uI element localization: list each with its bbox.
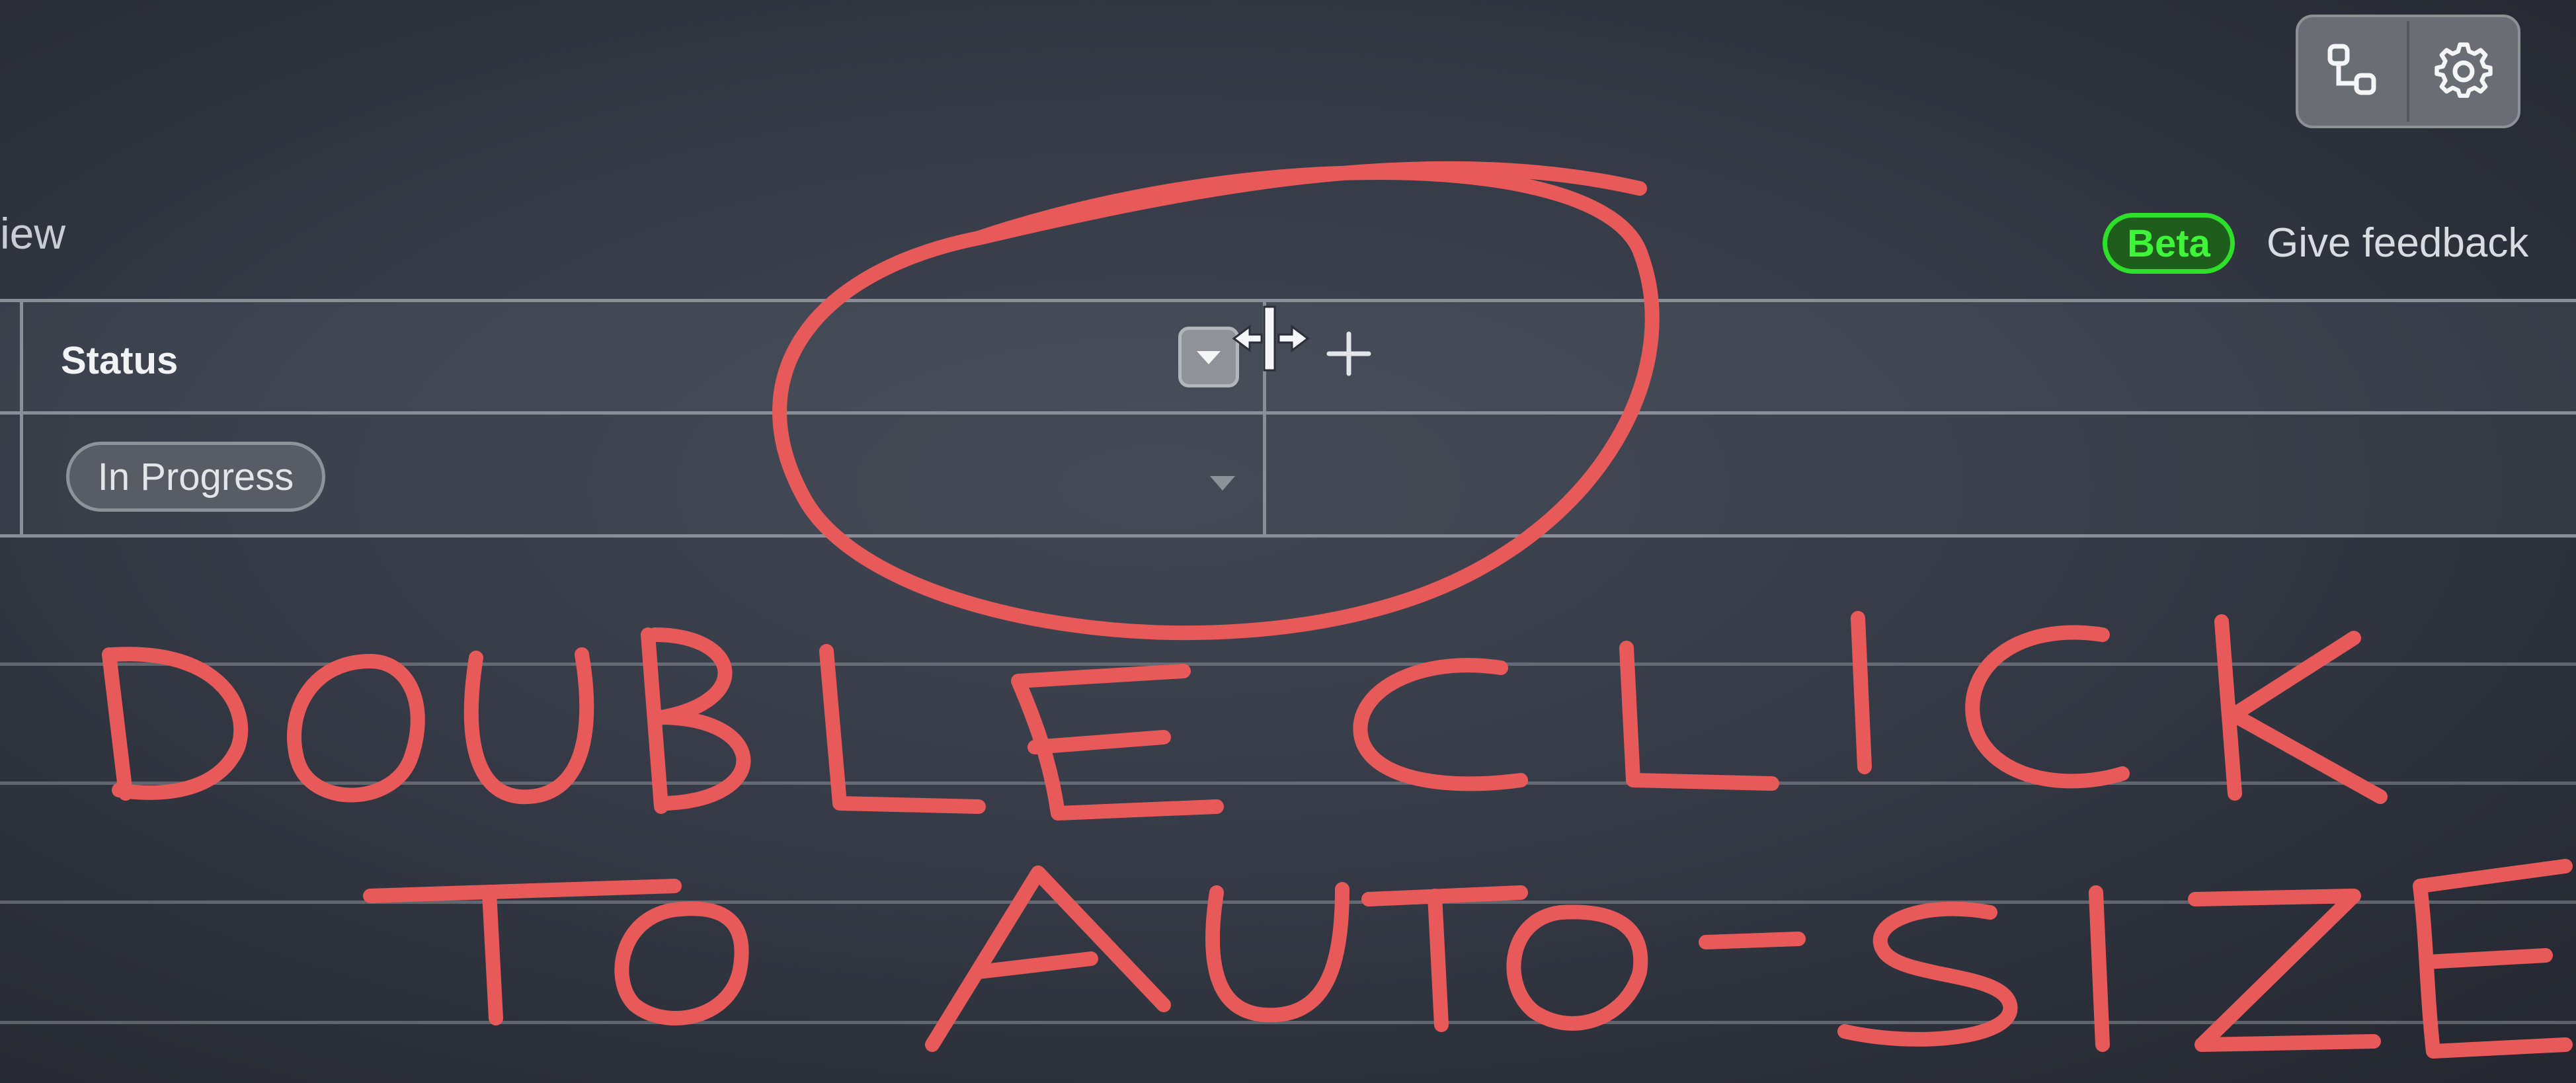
- beta-badge: Beta: [2103, 213, 2235, 274]
- row-border-bottom: [0, 534, 2576, 538]
- app-window: iew Beta Give feedback Status In Progres…: [0, 0, 2576, 1083]
- annotation-letter: [1205, 882, 1349, 1023]
- view-title: iew: [0, 209, 66, 258]
- annotation-letter: [1353, 658, 1528, 791]
- annotation-letter: [1361, 885, 1528, 1032]
- grid-line: [0, 662, 2576, 666]
- annotation-letter: [614, 901, 749, 1025]
- annotation-letter: [1619, 641, 1779, 791]
- grid-line: [0, 901, 2576, 904]
- grid-line: [0, 782, 2576, 785]
- annotation-letter: [287, 654, 425, 803]
- chevron-down-icon[interactable]: [1207, 473, 1238, 493]
- chevron-down-icon: [1197, 351, 1221, 364]
- give-feedback-link[interactable]: Give feedback: [2267, 223, 2528, 264]
- workflow-icon: [2327, 44, 2376, 95]
- annotation-letter: [1965, 625, 2130, 789]
- annotation-letter: [1011, 664, 1224, 821]
- annotation-letter: [102, 647, 249, 801]
- settings-button[interactable]: [2409, 17, 2518, 126]
- column-divider-left: [20, 299, 23, 537]
- table-border-top: [0, 299, 2576, 302]
- header-border-bottom: [0, 411, 2576, 415]
- column-header-status[interactable]: Status: [61, 342, 178, 380]
- column-menu-button[interactable]: [1178, 327, 1239, 387]
- annotation-letter: [1851, 611, 1872, 774]
- annotation-letter: [641, 627, 751, 814]
- workflow-button[interactable]: [2298, 17, 2407, 126]
- table-row: [0, 415, 2576, 537]
- status-pill[interactable]: In Progress: [66, 442, 325, 512]
- annotation-letter: [1506, 904, 1648, 1031]
- top-right-toolbar: [2296, 15, 2520, 128]
- annotation-letter: [2214, 614, 2388, 804]
- annotation-letter: [1837, 901, 2018, 1047]
- annotation-letter: [1699, 932, 1806, 949]
- annotation-letter: [363, 879, 682, 1025]
- handwritten-annotation: [102, 161, 2573, 1059]
- annotation-letter: [463, 647, 594, 805]
- add-column-icon[interactable]: [1324, 329, 1374, 379]
- resize-cursor-icon: [1232, 305, 1310, 372]
- grid-line: [0, 1021, 2576, 1024]
- gear-icon: [2435, 42, 2493, 99]
- annotation-letter: [925, 865, 1171, 1052]
